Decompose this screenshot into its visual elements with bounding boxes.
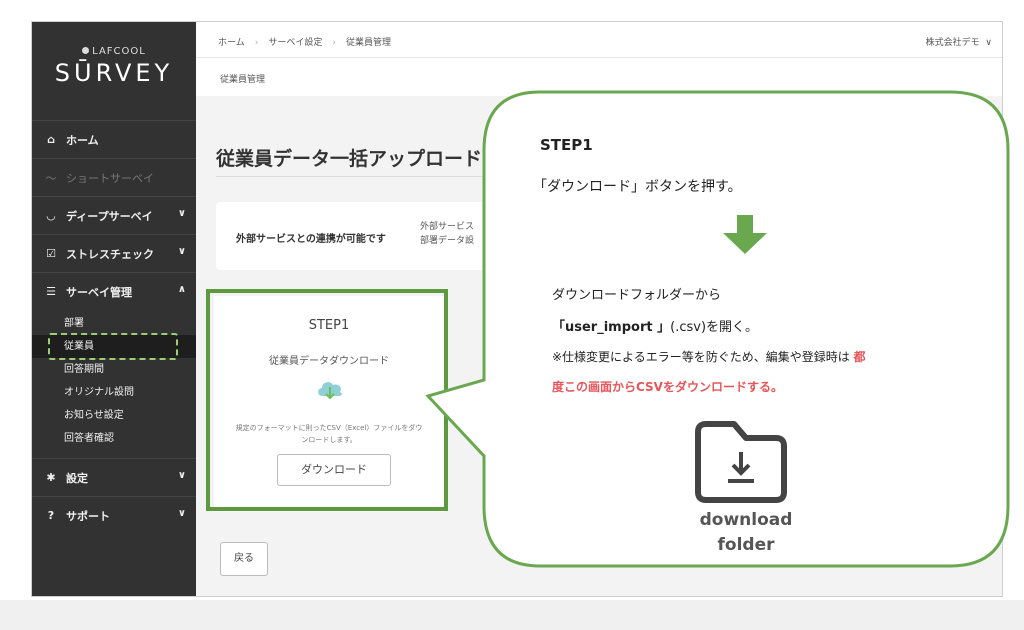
chevron-down-icon: ∨: [982, 38, 992, 48]
highlight-dashed-box: [48, 333, 178, 360]
sidebar-submenu: 部署 従業員 回答期間 オリジナル設問 お知らせ設定 回答者確認: [32, 310, 196, 458]
sidebar-subitem-notification[interactable]: お知らせ設定: [32, 404, 196, 427]
home-icon: ⌂: [47, 133, 55, 146]
logo-dot-icon: [82, 47, 90, 54]
section-subtitle: 従業員管理: [220, 75, 266, 85]
back-button[interactable]: 戻る: [220, 542, 268, 576]
callout-instruction-2: ダウンロードフォルダーから: [552, 288, 722, 303]
step1-highlight-frame: [206, 289, 448, 511]
page-bottom-band: [0, 600, 1024, 630]
logo-big-text: SŪRVEY: [54, 59, 174, 87]
integration-label: 外部サービスとの連携が可能です: [236, 234, 386, 245]
gear-icon: ✱: [46, 471, 56, 484]
sidebar-item-label: サポート: [66, 509, 110, 523]
sidebar-item-label: ディープサーベイ: [66, 209, 153, 223]
short-survey-icon: 〜: [45, 171, 57, 185]
callout-filename: 「user_import 」: [552, 320, 671, 335]
sidebar-item-label: ストレスチェック: [66, 247, 154, 261]
sidebar-item-settings[interactable]: ✱ 設定 ∨: [32, 458, 196, 496]
chevron-up-icon: ∧: [177, 284, 186, 295]
integration-description: 外部サービス 部署データ設: [420, 220, 474, 248]
checkbox-icon: ☑: [46, 247, 56, 260]
sidebar-item-support[interactable]: ? サポート ∨: [32, 496, 196, 534]
sidebar-subitem-original-question[interactable]: オリジナル設問: [32, 381, 196, 404]
chevron-down-icon: ∨: [177, 208, 186, 219]
integration-description-line: 外部サービス: [420, 222, 475, 232]
main-content: 従業員データ一括アップロード 外部サービスとの連携が可能です 外部サービス 部署…: [196, 96, 1002, 596]
callout-note-line-1: ※仕様変更によるエラー等を防ぐため、編集や登録時は 都: [552, 348, 866, 365]
sidebar-item-label: ホーム: [66, 133, 99, 147]
callout-step-title: STEP1: [540, 136, 593, 154]
company-menu[interactable]: 株式会社デモ ∨: [926, 35, 992, 48]
sidebar-item-home[interactable]: ⌂ ホーム: [32, 120, 196, 158]
folder-label: download folder: [694, 508, 798, 558]
breadcrumb: ホーム › サーベイ設定 › 従業員管理: [218, 35, 391, 48]
sidebar-nav: ⌂ ホーム 〜 ショートサーベイ ◡ ディープサーベイ ∨ ☑ ストレスチェック…: [32, 120, 196, 534]
sidebar-subitem-department[interactable]: 部署: [32, 312, 196, 335]
question-icon: ?: [47, 509, 55, 522]
sliders-icon: ☰: [46, 285, 56, 298]
sidebar-item-label: 設定: [66, 471, 88, 485]
top-bar: ホーム › サーベイ設定 › 従業員管理 株式会社デモ ∨: [196, 22, 1002, 58]
callout-instruction-3: 「user_import 」(.csv)を開く。: [552, 316, 758, 335]
callout-note-line-2: 度この画面からCSVをダウンロードする。: [552, 380, 783, 394]
chevron-down-icon: ∨: [177, 246, 186, 257]
sidebar-item-survey-management[interactable]: ☰ サーベイ管理 ∧: [32, 272, 196, 310]
breadcrumb-separator-icon: ›: [332, 38, 336, 48]
callout-note-text: ※仕様変更によるエラー等を防ぐため、編集や登録時は: [552, 350, 850, 364]
folder-label-line: folder: [717, 535, 775, 555]
callout-instruction-1: 「ダウンロード」ボタンを押す。: [533, 179, 742, 195]
breadcrumb-survey-settings[interactable]: サーベイ設定: [268, 38, 322, 48]
sidebar-subitem-employee[interactable]: 従業員: [32, 333, 196, 360]
page-title: 従業員データ一括アップロード: [216, 148, 483, 170]
callout-instruction-3-rest: (.csv)を開く。: [670, 320, 759, 335]
sidebar-item-short-survey[interactable]: 〜 ショートサーベイ: [32, 158, 196, 196]
chevron-down-icon: ∨: [177, 470, 186, 481]
title-divider: [216, 176, 486, 177]
callout-note-emphasis: 都: [853, 350, 866, 364]
sidebar-item-deep-survey[interactable]: ◡ ディープサーベイ ∨: [32, 196, 196, 234]
sidebar-item-stress-check[interactable]: ☑ ストレスチェック ∨: [32, 234, 196, 272]
screenshot-frame: LAFCOOL SŪRVEY ⌂ ホーム 〜 ショートサーベイ ◡ ディープサー…: [31, 21, 1003, 597]
folder-label-line: download: [699, 510, 793, 530]
app-logo: LAFCOOL SŪRVEY: [32, 46, 196, 87]
sidebar-subitem-respondent-check[interactable]: 回答者確認: [32, 427, 196, 450]
integration-description-line: 部署データ設: [420, 236, 475, 246]
deep-survey-icon: ◡: [46, 209, 56, 222]
sidebar-subitem-answer-period[interactable]: 回答期間: [32, 358, 196, 381]
sidebar-item-label: サーベイ管理: [66, 285, 132, 299]
chevron-down-icon: ∨: [177, 508, 186, 519]
integration-info-card: 外部サービスとの連携が可能です 外部サービス 部署データ設: [216, 202, 516, 270]
sub-header: 従業員管理: [196, 58, 1002, 96]
breadcrumb-home[interactable]: ホーム: [218, 38, 245, 48]
company-name: 株式会社デモ: [925, 38, 980, 48]
logo-small-text: LAFCOOL: [32, 46, 196, 57]
sidebar: LAFCOOL SŪRVEY ⌂ ホーム 〜 ショートサーベイ ◡ ディープサー…: [32, 22, 196, 596]
breadcrumb-separator-icon: ›: [254, 38, 259, 48]
breadcrumb-employee-management: 従業員管理: [345, 38, 391, 48]
sidebar-item-label: ショートサーベイ: [66, 171, 154, 185]
